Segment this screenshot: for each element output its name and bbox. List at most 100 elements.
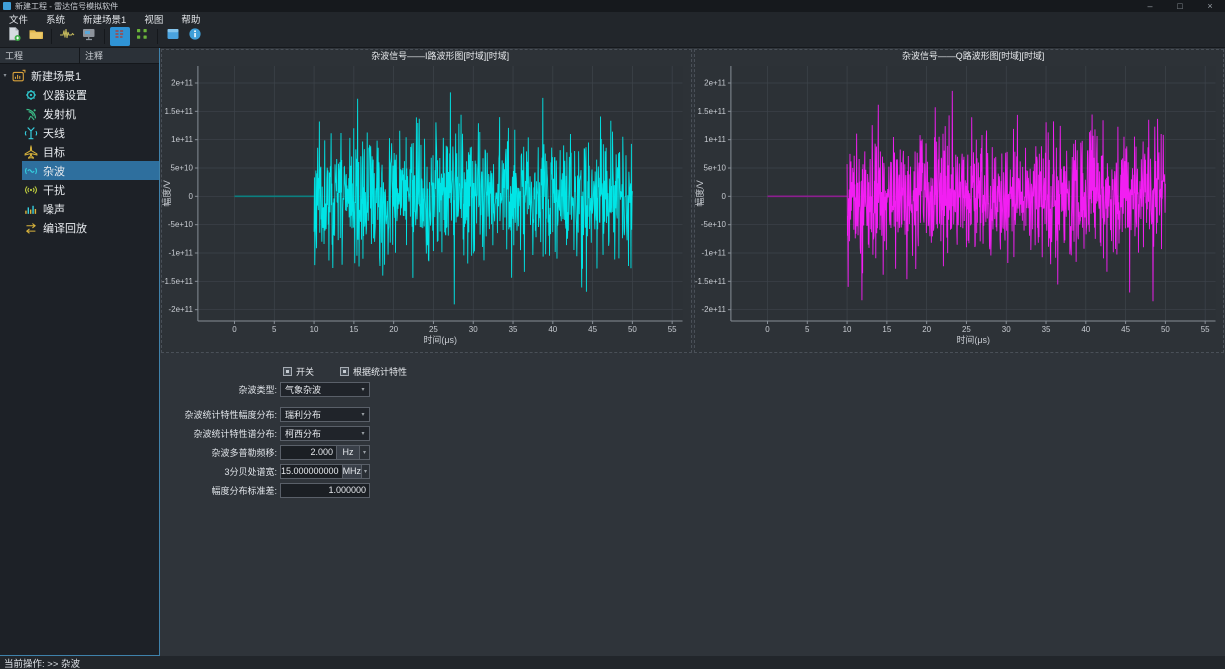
svg-text:时间(μs): 时间(μs) (423, 334, 457, 345)
toolbar (0, 25, 1225, 48)
charts-area: 05101520253035404550552e+111.5e+111e+115… (160, 48, 1225, 354)
std-deviation-label: 幅度分布标准差: (160, 484, 280, 497)
svg-text:杂波信号——Q路波形图[时域][时域]: 杂波信号——Q路波形图[时域][时域] (902, 50, 1044, 61)
tree-item-label: 干扰 (43, 182, 65, 198)
scene-icon (12, 69, 26, 83)
svg-text:40: 40 (548, 325, 557, 334)
sidebar-item-antenna[interactable]: 天线 (0, 123, 159, 142)
blue-panel-icon (165, 26, 181, 47)
doppler-shift-input[interactable]: 2.000 (280, 445, 337, 460)
chevron-down-icon: ▾ (357, 411, 369, 418)
chevron-down-icon[interactable]: ▾ (360, 445, 370, 460)
sidebar-item-target[interactable]: 目标 (0, 142, 159, 161)
collapse-caret-icon[interactable]: ▾ (0, 72, 10, 79)
chart-q-waveform: 05101520253035404550552e+111.5e+111e+115… (695, 50, 1224, 352)
svg-text:-1e+11: -1e+11 (168, 248, 193, 257)
svg-text:0: 0 (188, 192, 193, 201)
grid-dots-button[interactable] (132, 27, 152, 46)
clutter-type-label: 杂波类型: (160, 383, 280, 396)
svg-text:-5e+10: -5e+10 (168, 220, 194, 229)
menu-item-2[interactable]: 新建场景1 (74, 12, 135, 26)
checkbox-check-icon (343, 370, 346, 373)
window-controls: – □ × (1135, 1, 1225, 11)
svg-text:15: 15 (882, 325, 891, 334)
chevron-down-icon[interactable]: ▾ (362, 464, 370, 479)
tree-item-label: 发射机 (43, 106, 76, 122)
amplitude-distribution-select[interactable]: 瑞利分布 ▾ (280, 407, 370, 422)
sidebar-item-clutter[interactable]: 杂波 (0, 161, 159, 180)
svg-text:10: 10 (310, 325, 319, 334)
doppler-shift-label: 杂波多普勒频移: (160, 446, 280, 459)
svg-text:45: 45 (588, 325, 597, 334)
chart-i-panel[interactable]: 05101520253035404550552e+111.5e+111e+115… (161, 49, 692, 353)
chart-q-panel[interactable]: 05101520253035404550552e+111.5e+111e+115… (694, 49, 1225, 353)
sidebar-item-scene-root[interactable]: ▾新建场景1 (0, 66, 159, 85)
sidebar-item-instrument-settings[interactable]: 仪器设置 (0, 85, 159, 104)
sidebar-item-replay[interactable]: 编译回放 (0, 218, 159, 237)
panel-button[interactable] (163, 27, 183, 46)
waveform-button[interactable] (57, 27, 77, 46)
svg-text:-1e+11: -1e+11 (701, 248, 726, 257)
column-header-project[interactable]: 工程 (0, 48, 80, 63)
svg-text:25: 25 (962, 325, 971, 334)
std-deviation-input[interactable]: 1.000000 (280, 483, 370, 498)
sidebar-item-transmitter[interactable]: 发射机 (0, 104, 159, 123)
bandwidth-input[interactable]: 15.000000000 (280, 464, 343, 479)
tree-item-label: 仪器设置 (43, 87, 87, 103)
info-button[interactable] (185, 27, 205, 46)
minimize-button[interactable]: – (1135, 1, 1165, 11)
svg-text:2e+11: 2e+11 (171, 78, 193, 87)
clutter-type-select[interactable]: 气象杂波 ▾ (280, 382, 370, 397)
tree-item-label: 天线 (43, 125, 65, 141)
svg-text:50: 50 (628, 325, 637, 334)
column-header-comment[interactable]: 注释 (80, 48, 159, 63)
open-project-button[interactable] (26, 27, 46, 46)
menu-item-0[interactable]: 文件 (0, 12, 37, 26)
dashed-lines-icon (112, 26, 128, 47)
bandwidth-row: 3分贝处谱宽: 15.000000000 MHz ▾ (160, 462, 1225, 481)
device-button[interactable] (79, 27, 99, 46)
toolbar-separator (157, 29, 158, 44)
status-bar: 当前操作: >> 杂波 (0, 656, 1225, 669)
menu-item-3[interactable]: 视图 (135, 12, 172, 26)
svg-text:40: 40 (1081, 325, 1090, 334)
checkbox-check-icon (286, 370, 289, 373)
show-plots-button[interactable] (110, 27, 130, 46)
replay-icon (24, 221, 38, 235)
switch-checkbox[interactable] (283, 367, 292, 376)
svg-text:0: 0 (765, 325, 770, 334)
svg-text:-1.5e+11: -1.5e+11 (162, 277, 193, 286)
menu-item-4[interactable]: 帮助 (172, 12, 209, 26)
sidebar-item-noise[interactable]: 噪声 (0, 199, 159, 218)
dish-icon (24, 107, 38, 121)
chevron-down-icon: ▾ (357, 430, 369, 437)
svg-text:30: 30 (469, 325, 478, 334)
svg-text:-2e+11: -2e+11 (168, 305, 193, 314)
statistics-checkbox[interactable] (340, 367, 349, 376)
close-button[interactable]: × (1195, 1, 1225, 11)
tree-header: 工程 注释 (0, 48, 159, 64)
maximize-button[interactable]: □ (1165, 1, 1195, 11)
open-folder-icon (28, 26, 44, 47)
green-dots-icon (134, 26, 150, 47)
svg-text:-2e+11: -2e+11 (701, 305, 726, 314)
svg-text:1.5e+11: 1.5e+11 (165, 107, 194, 116)
spectrum-distribution-label: 杂波统计特性谱分布: (160, 427, 280, 440)
new-project-button[interactable] (4, 27, 24, 46)
svg-text:-1.5e+11: -1.5e+11 (695, 277, 726, 286)
doppler-shift-row: 杂波多普勒频移: 2.000 Hz ▾ (160, 443, 1225, 462)
statistics-checkbox-label: 根据统计特性 (353, 365, 407, 378)
svg-text:15: 15 (349, 325, 358, 334)
menu-item-1[interactable]: 系统 (37, 12, 74, 26)
bandwidth-unit[interactable]: MHz (343, 464, 363, 479)
svg-text:-5e+10: -5e+10 (700, 220, 726, 229)
bandwidth-label: 3分贝处谱宽: (160, 465, 280, 478)
svg-text:2e+11: 2e+11 (704, 78, 726, 87)
plane-icon (24, 145, 38, 159)
svg-text:幅度/V: 幅度/V (162, 180, 172, 206)
doppler-shift-unit[interactable]: Hz (337, 445, 360, 460)
spectrum-distribution-select[interactable]: 柯西分布 ▾ (280, 426, 370, 441)
amplitude-distribution-value: 瑞利分布 (281, 408, 357, 421)
sidebar-item-jamming[interactable]: 干扰 (0, 180, 159, 199)
status-text: 当前操作: >> 杂波 (4, 656, 80, 669)
